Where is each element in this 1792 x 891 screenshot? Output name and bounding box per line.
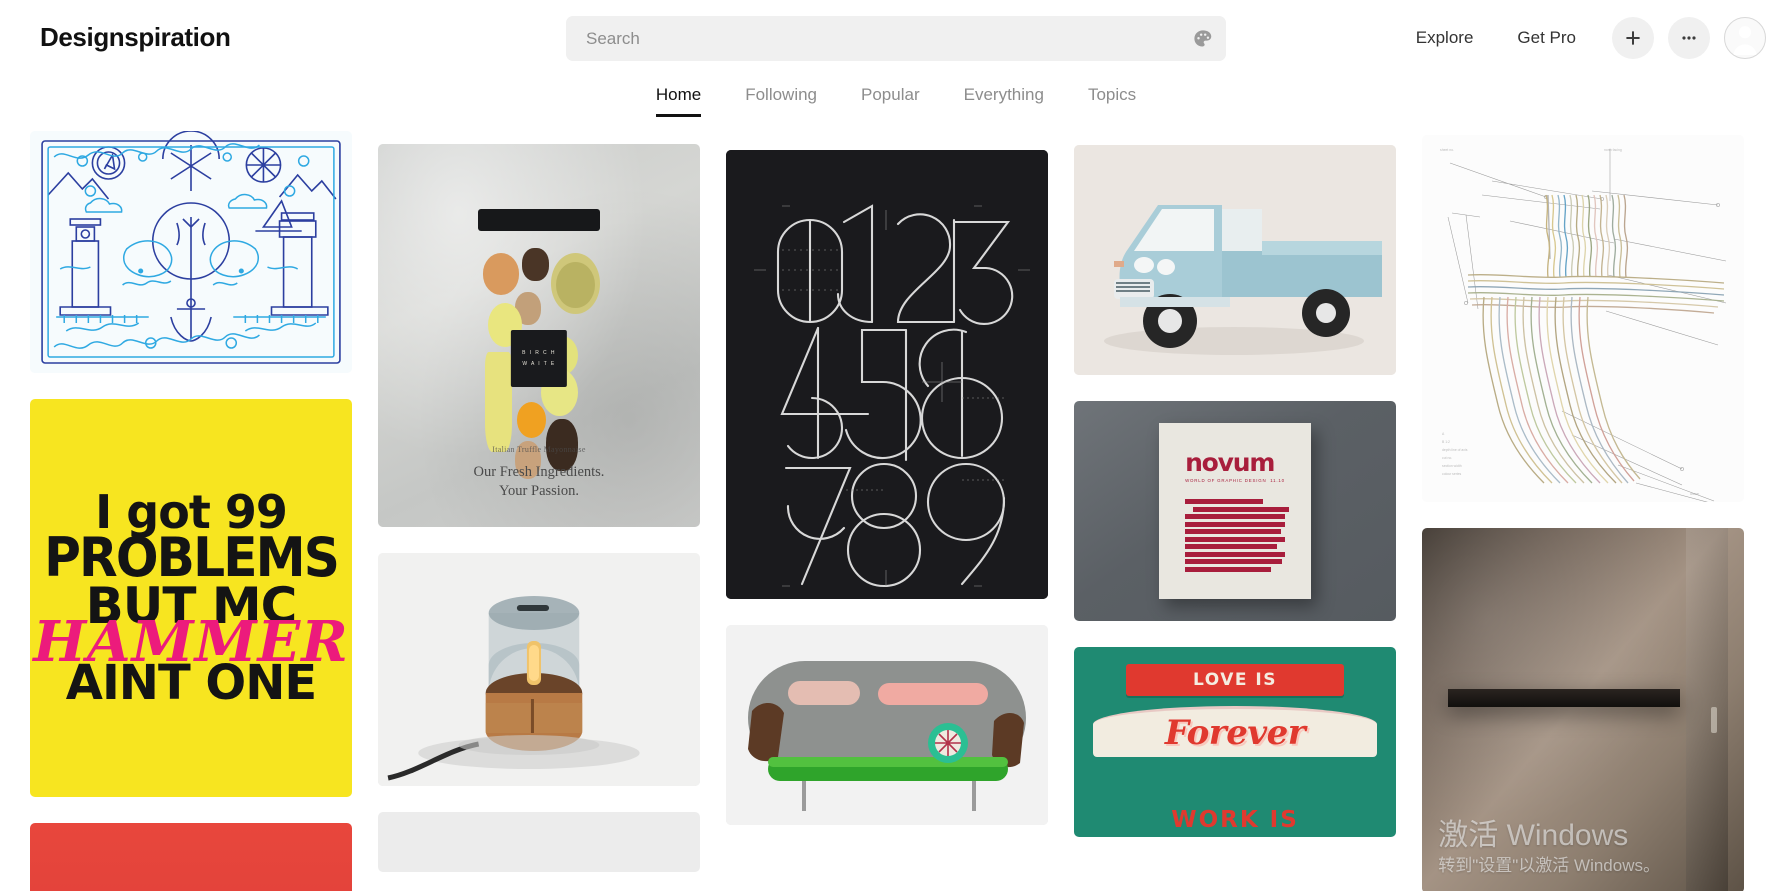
shelf bbox=[1447, 688, 1680, 707]
svg-text:cut no.: cut no. bbox=[1442, 456, 1452, 460]
tab-popular[interactable]: Popular bbox=[839, 75, 942, 117]
main-tabs: Home Following Popular Everything Topics bbox=[0, 75, 1792, 131]
plus-icon bbox=[1626, 30, 1640, 45]
numerals-artwork bbox=[726, 150, 1048, 599]
card-plain-partial[interactable] bbox=[378, 812, 700, 872]
poster-line-2: PROBLEMS bbox=[43, 526, 340, 590]
novum-subtitle-left: WORLD OF GRAPHIC DESIGN bbox=[1185, 478, 1267, 484]
tab-home[interactable]: Home bbox=[634, 75, 723, 117]
novum-subtitle: WORLD OF GRAPHIC DESIGN 11.10 bbox=[1185, 478, 1285, 483]
palette-icon[interactable] bbox=[1180, 16, 1226, 61]
card-contour-drawing[interactable]: sheet no. north facing A B 1:2 depth lin… bbox=[1422, 135, 1744, 502]
palette-icon-glyph bbox=[1194, 29, 1212, 47]
card-modern-sofa[interactable] bbox=[726, 625, 1048, 825]
caption-line-2: Your Passion. bbox=[499, 482, 579, 499]
add-button[interactable] bbox=[1612, 16, 1654, 59]
svg-text:colour series: colour series bbox=[1442, 472, 1462, 476]
food-caption: Italian Truffle Mayonnaise Our Fresh Ing… bbox=[378, 445, 700, 500]
svg-text:drawn: drawn bbox=[1690, 492, 1699, 496]
novum-sheet: novum WORLD OF GRAPHIC DESIGN 11.10 bbox=[1159, 423, 1311, 599]
svg-text:north facing: north facing bbox=[1604, 148, 1622, 152]
wall-panel bbox=[1686, 528, 1728, 891]
card-nautical-illustration[interactable] bbox=[30, 131, 352, 373]
card-yellow-poster[interactable]: I got 99 PROBLEMS BUT MC HAMMER AINT ONE bbox=[30, 399, 352, 797]
svg-text:B 1:2: B 1:2 bbox=[1442, 440, 1450, 444]
truck-artwork bbox=[1074, 145, 1396, 375]
card-numerals-poster[interactable] bbox=[726, 150, 1048, 599]
card-vintage-truck[interactable] bbox=[1074, 145, 1396, 375]
top-header: Designspiration Explore Get Pro bbox=[0, 0, 1792, 75]
caption-line-1: Our Fresh Ingredients. bbox=[473, 464, 605, 481]
tab-following[interactable]: Following bbox=[723, 75, 839, 117]
contour-artwork: sheet no. north facing A B 1:2 depth lin… bbox=[1422, 135, 1744, 502]
svg-text:sheet no.: sheet no. bbox=[1440, 148, 1454, 152]
svg-text:depth line of axis: depth line of axis bbox=[1442, 448, 1468, 452]
nav-link-explore[interactable]: Explore bbox=[1394, 28, 1496, 48]
svg-text:section width: section width bbox=[1442, 464, 1462, 468]
nav-link-get-pro[interactable]: Get Pro bbox=[1495, 28, 1598, 48]
door-handle bbox=[1710, 706, 1717, 733]
search-input[interactable] bbox=[566, 16, 1180, 61]
tab-everything[interactable]: Everything bbox=[942, 75, 1066, 117]
novum-subtitle-right: 11.10 bbox=[1270, 478, 1285, 484]
nautical-artwork bbox=[30, 131, 352, 373]
caption-product: Italian Truffle Mayonnaise bbox=[492, 445, 586, 455]
lamp-artwork bbox=[378, 553, 700, 786]
food-arrangement: B I R C H W A I T E bbox=[477, 209, 601, 485]
grid-column-1: I got 99 PROBLEMS BUT MC HAMMER AINT ONE bbox=[30, 131, 352, 891]
love-headline: Forever bbox=[1164, 713, 1306, 754]
card-love-poster[interactable]: LOVE IS Forever WORK IS bbox=[1074, 647, 1396, 837]
love-banner: Forever bbox=[1093, 705, 1377, 758]
avatar[interactable] bbox=[1724, 16, 1766, 59]
jar-lid bbox=[477, 209, 601, 232]
grid-column-2: B I R C H W A I T E Italian Truffle Mayo… bbox=[378, 144, 700, 872]
sofa-artwork bbox=[726, 625, 1048, 825]
poster-line-5: AINT ONE bbox=[65, 654, 317, 711]
grid-column-5: sheet no. north facing A B 1:2 depth lin… bbox=[1422, 135, 1744, 891]
card-red-partial[interactable] bbox=[30, 823, 352, 891]
novum-bars bbox=[1185, 499, 1289, 572]
card-interior-photo[interactable] bbox=[1422, 528, 1744, 891]
product-label: B I R C H W A I T E bbox=[510, 330, 568, 387]
card-novum-poster[interactable]: novum WORLD OF GRAPHIC DESIGN 11.10 bbox=[1074, 401, 1396, 621]
tab-topics[interactable]: Topics bbox=[1066, 75, 1158, 117]
more-options-button[interactable] bbox=[1668, 16, 1710, 59]
love-footer: WORK IS bbox=[1171, 807, 1299, 834]
site-logo[interactable]: Designspiration bbox=[40, 22, 231, 53]
search-bar[interactable] bbox=[566, 16, 1226, 61]
masonry-grid: I got 99 PROBLEMS BUT MC HAMMER AINT ONE bbox=[0, 131, 1792, 891]
grid-column-4: novum WORLD OF GRAPHIC DESIGN 11.10 LOVE… bbox=[1074, 145, 1396, 837]
grid-column-3 bbox=[726, 150, 1048, 825]
ellipsis-icon bbox=[1682, 35, 1696, 40]
user-avatar-icon bbox=[1733, 25, 1757, 55]
card-table-lamp[interactable] bbox=[378, 553, 700, 786]
header-actions: Explore Get Pro bbox=[1394, 0, 1766, 75]
love-ribbon: LOVE IS bbox=[1125, 664, 1345, 697]
brand-line-2: W A I T E bbox=[522, 360, 556, 367]
novum-title: novum bbox=[1185, 447, 1275, 477]
card-food-flatlay[interactable]: B I R C H W A I T E Italian Truffle Mayo… bbox=[378, 144, 700, 527]
brand-line-1: B I R C H bbox=[522, 349, 556, 356]
